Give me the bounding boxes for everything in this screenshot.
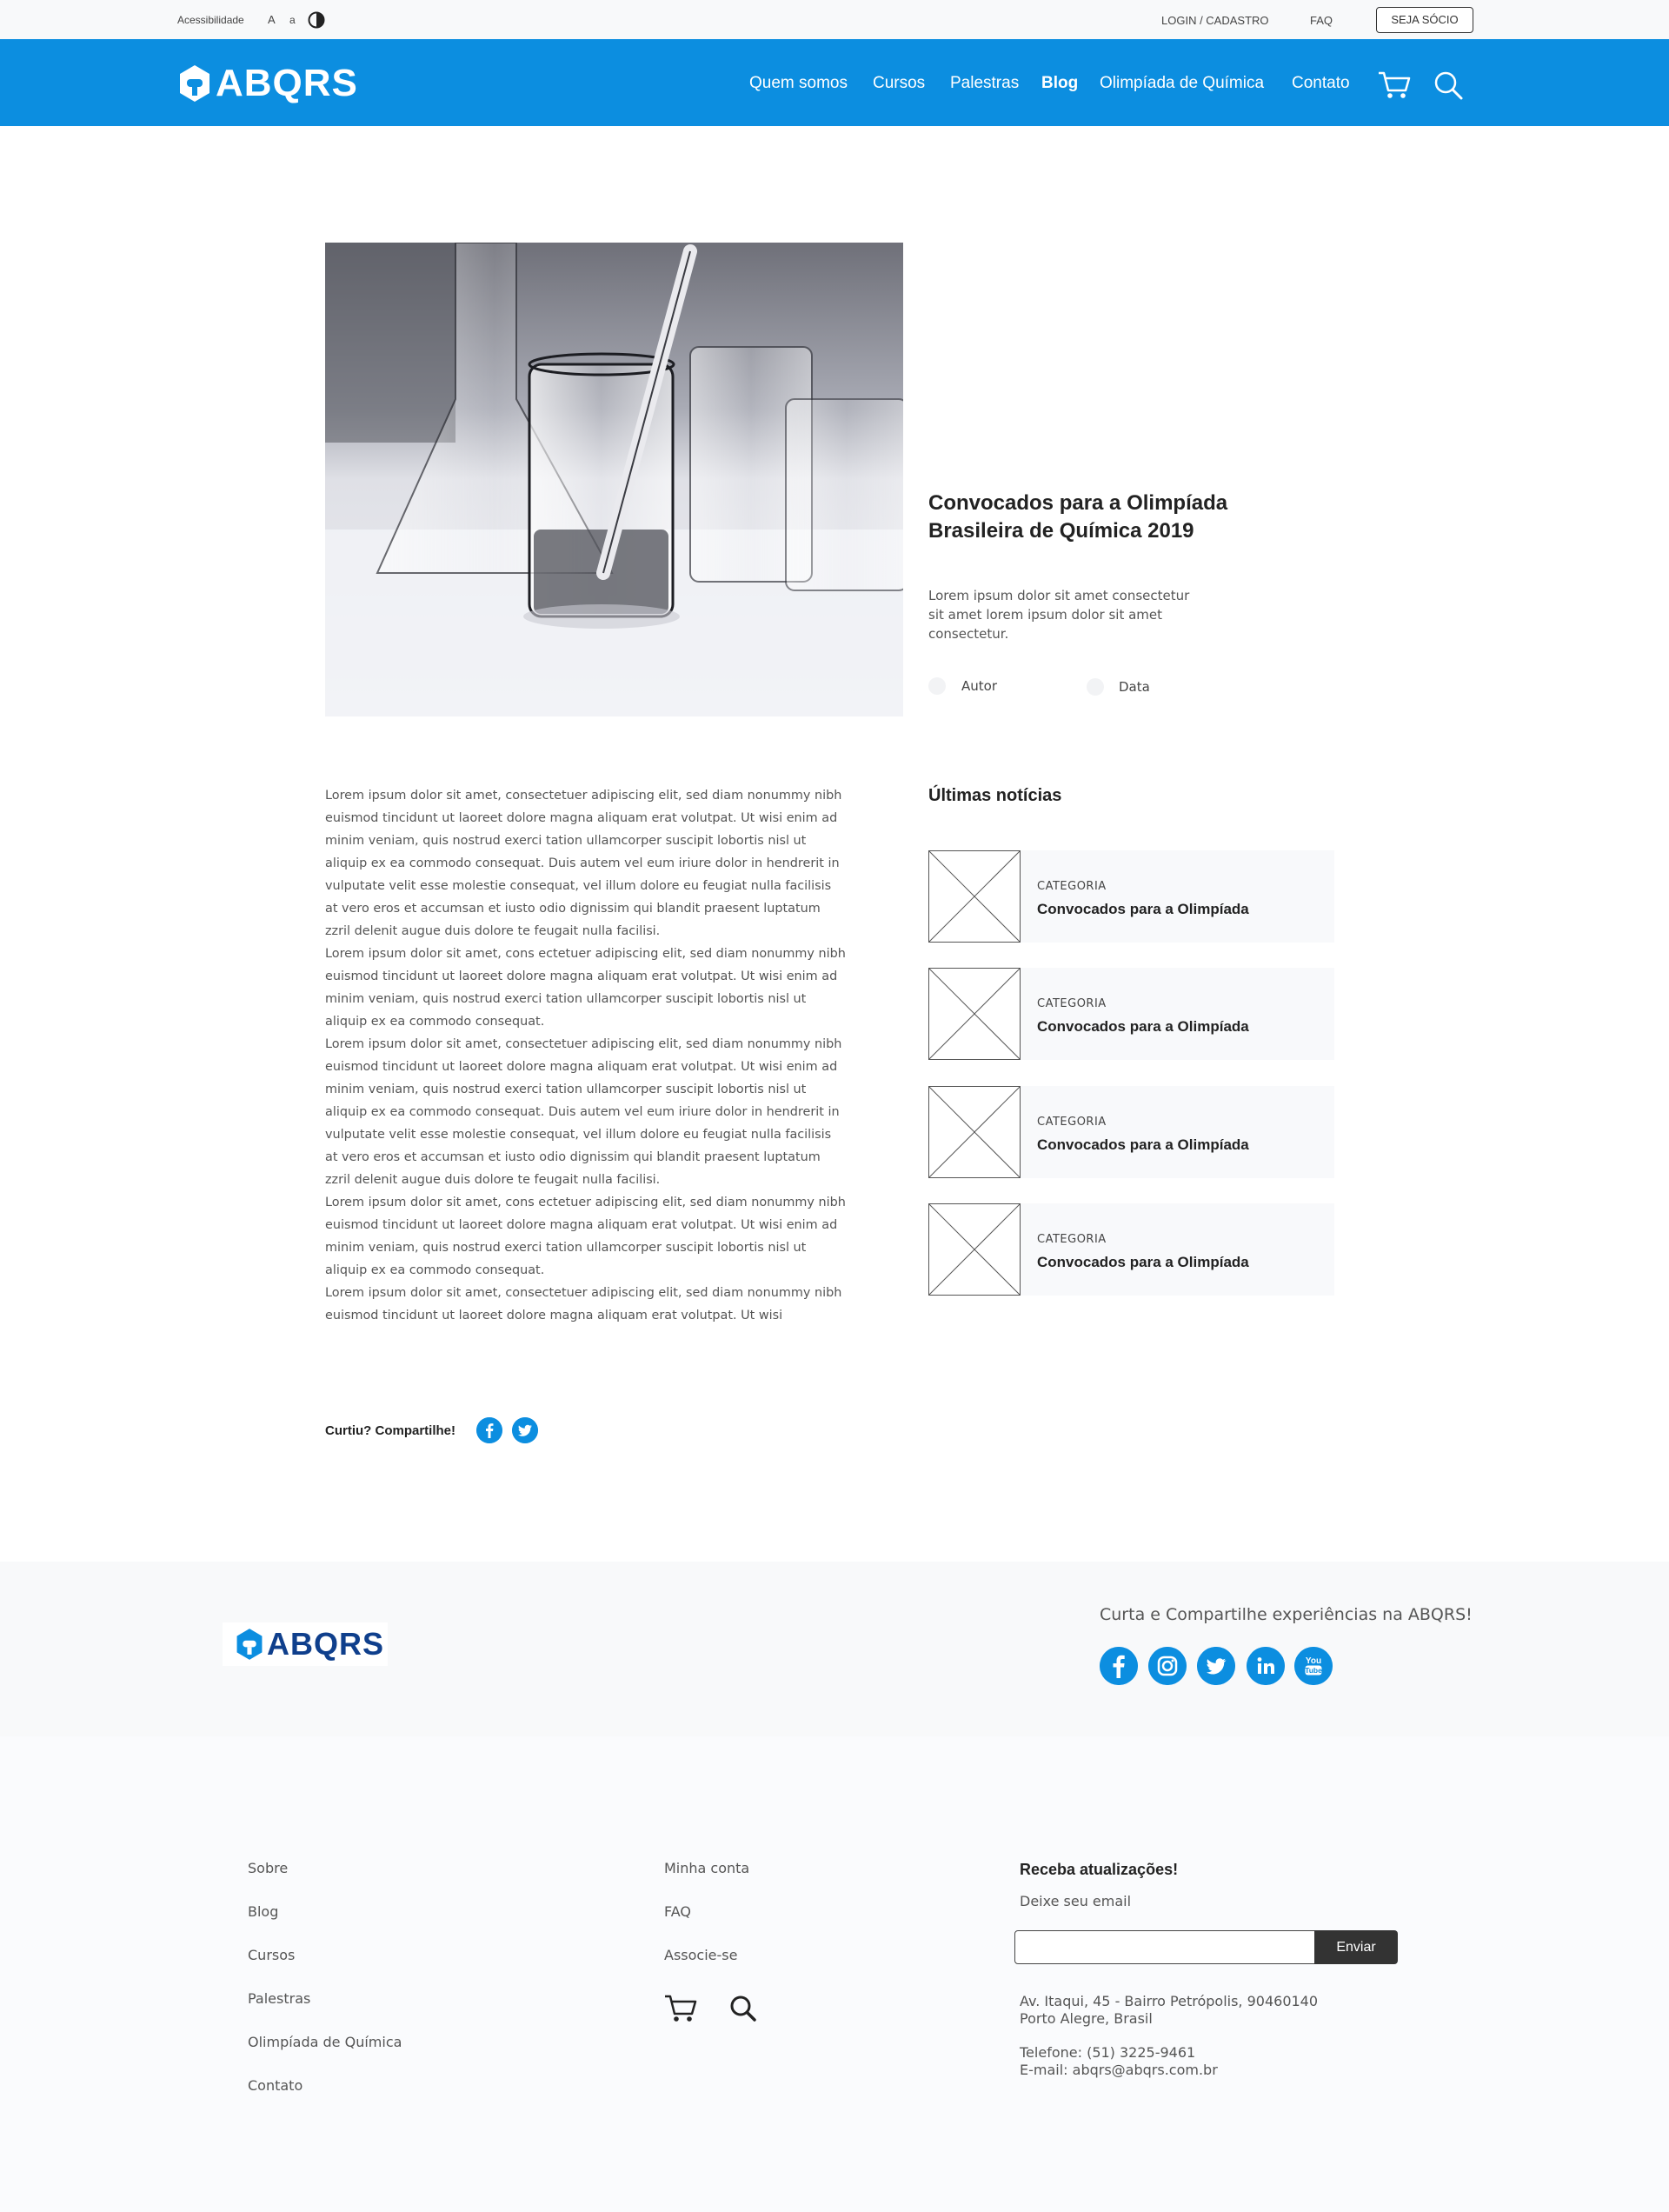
member-button[interactable]: SEJA SÓCIO — [1376, 7, 1473, 33]
article-paragraph: Lorem ipsum dolor sit amet, consectetuer… — [325, 1037, 842, 1187]
article-body: Lorem ipsum dolor sit amet, consectetuer… — [325, 784, 847, 1327]
image-placeholder-icon — [928, 968, 1021, 1060]
footer-link-faq[interactable]: FAQ — [664, 1903, 691, 1920]
news-category: CATEGORIA — [1037, 1116, 1107, 1129]
font-decrease-button[interactable]: a — [289, 14, 296, 26]
footer-link-sobre[interactable]: Sobre — [248, 1860, 288, 1876]
image-placeholder-icon — [928, 850, 1021, 943]
youtube-icon[interactable]: You Tube — [1294, 1647, 1333, 1685]
linkedin-icon[interactable] — [1247, 1647, 1285, 1685]
utility-bar: Acessibilidade A a LOGIN / CADASTRO FAQ … — [0, 0, 1669, 39]
address-line-1: Av. Itaqui, 45 - Bairro Petrópolis, 9046… — [1020, 1993, 1319, 2009]
footer-logo[interactable]: ABQRS — [223, 1622, 388, 1666]
newsletter-email-input[interactable] — [1014, 1930, 1315, 1964]
logo-text: ABQRS — [216, 62, 358, 104]
news-title[interactable]: Convocados para a Olimpíada — [1037, 1254, 1249, 1271]
logo[interactable]: ABQRS — [177, 62, 358, 104]
news-title[interactable]: Convocados para a Olimpíada — [1037, 1136, 1249, 1154]
contrast-icon[interactable] — [308, 11, 325, 29]
instagram-icon[interactable] — [1148, 1647, 1187, 1685]
article-paragraph: Lorem ipsum dolor sit amet, cons ectetue… — [325, 947, 846, 1029]
faq-link[interactable]: FAQ — [1310, 14, 1333, 27]
search-icon[interactable] — [1433, 70, 1464, 101]
footer-link-contato[interactable]: Contato — [248, 2077, 303, 2094]
news-title[interactable]: Convocados para a Olimpíada — [1037, 1018, 1249, 1036]
article-paragraph: Lorem ipsum dolor sit amet, consectetuer… — [325, 1286, 842, 1323]
nav-item-palestras[interactable]: Palestras — [950, 74, 1019, 93]
facebook-icon[interactable] — [476, 1417, 502, 1443]
nav-item-contato[interactable]: Contato — [1292, 74, 1350, 93]
logo-hexagon-icon — [236, 1629, 263, 1660]
lab-glassware-illustration — [325, 243, 903, 716]
newsletter-send-button[interactable]: Enviar — [1314, 1930, 1398, 1964]
newsletter-title: Receba atualizações! — [1020, 1861, 1179, 1878]
image-placeholder-icon — [928, 1203, 1021, 1296]
news-category: CATEGORIA — [1037, 880, 1107, 893]
news-title[interactable]: Convocados para a Olimpíada — [1037, 901, 1249, 918]
news-card[interactable]: CATEGORIA Convocados para a Olimpíada — [928, 968, 1334, 1060]
footer-link-cursos[interactable]: Cursos — [248, 1947, 295, 1963]
logo-hexagon-icon — [180, 65, 209, 102]
footer-link-olimpiada[interactable]: Olimpíada de Química — [248, 2034, 402, 2050]
svg-text:Tube: Tube — [1305, 1666, 1322, 1675]
accessibility-label: Acessibilidade — [177, 14, 244, 26]
svg-text:You: You — [1306, 1656, 1321, 1666]
news-category: CATEGORIA — [1037, 1233, 1107, 1246]
font-increase-button[interactable]: A — [268, 13, 276, 26]
author-avatar — [928, 677, 946, 695]
phone-text: Telefone: (51) 3225-9461 — [1020, 2044, 1196, 2061]
twitter-icon[interactable] — [512, 1417, 538, 1443]
email-text: E-mail: abqrs@abqrs.com.br — [1020, 2062, 1218, 2078]
footer-social-band: ABQRS Curta e Compartilhe experiências n… — [0, 1562, 1669, 1736]
facebook-icon[interactable] — [1100, 1647, 1138, 1685]
article-paragraph: Lorem ipsum dolor sit amet, cons ectetue… — [325, 1196, 846, 1277]
news-card[interactable]: CATEGORIA Convocados para a Olimpíada — [928, 1086, 1334, 1178]
footer-link-blog[interactable]: Blog — [248, 1903, 278, 1920]
cart-icon[interactable] — [1378, 70, 1411, 100]
author-label[interactable]: Autor — [961, 678, 997, 694]
nav-item-olimpiada[interactable]: Olimpíada de Química — [1100, 74, 1264, 93]
cart-icon[interactable] — [664, 1994, 697, 2023]
hero-image — [325, 243, 903, 716]
main-navbar: ABQRS Quem somos Cursos Palestras Blog O… — [0, 39, 1669, 126]
image-placeholder-icon — [928, 1086, 1021, 1178]
footer-link-minha-conta[interactable]: Minha conta — [664, 1860, 749, 1876]
latest-news-title: Últimas notícias — [928, 786, 1062, 805]
news-category: CATEGORIA — [1037, 997, 1107, 1010]
footer-link-associe-se[interactable]: Associe-se — [664, 1947, 737, 1963]
newsletter-subtitle: Deixe seu email — [1020, 1893, 1132, 1909]
post-excerpt: Lorem ipsum dolor sit amet consectetur s… — [928, 588, 1190, 642]
date-icon — [1087, 678, 1104, 696]
search-icon[interactable] — [728, 1994, 758, 2023]
date-label: Data — [1119, 679, 1150, 695]
post-title: Convocados para a Olimpíada Brasileira d… — [928, 491, 1228, 543]
address-line-2: Porto Alegre, Brasil — [1020, 2010, 1153, 2027]
footer-logo-text: ABQRS — [267, 1626, 385, 1662]
twitter-icon[interactable] — [1197, 1647, 1235, 1685]
footer-link-palestras[interactable]: Palestras — [248, 1990, 310, 2007]
nav-item-blog[interactable]: Blog — [1041, 74, 1078, 93]
nav-item-cursos[interactable]: Cursos — [873, 74, 925, 93]
login-link[interactable]: LOGIN / CADASTRO — [1161, 14, 1269, 27]
nav-item-quem-somos[interactable]: Quem somos — [749, 74, 848, 93]
news-card[interactable]: CATEGORIA Convocados para a Olimpíada — [928, 1203, 1334, 1296]
share-label: Curtiu? Compartilhe! — [325, 1423, 455, 1438]
footer-tagline: Curta e Compartilhe experiências na ABQR… — [1100, 1605, 1473, 1624]
article-paragraph: Lorem ipsum dolor sit amet, consectetuer… — [325, 789, 842, 938]
footer: Sobre Blog Cursos Palestras Olimpíada de… — [0, 1736, 1669, 2212]
news-card[interactable]: CATEGORIA Convocados para a Olimpíada — [928, 850, 1334, 943]
